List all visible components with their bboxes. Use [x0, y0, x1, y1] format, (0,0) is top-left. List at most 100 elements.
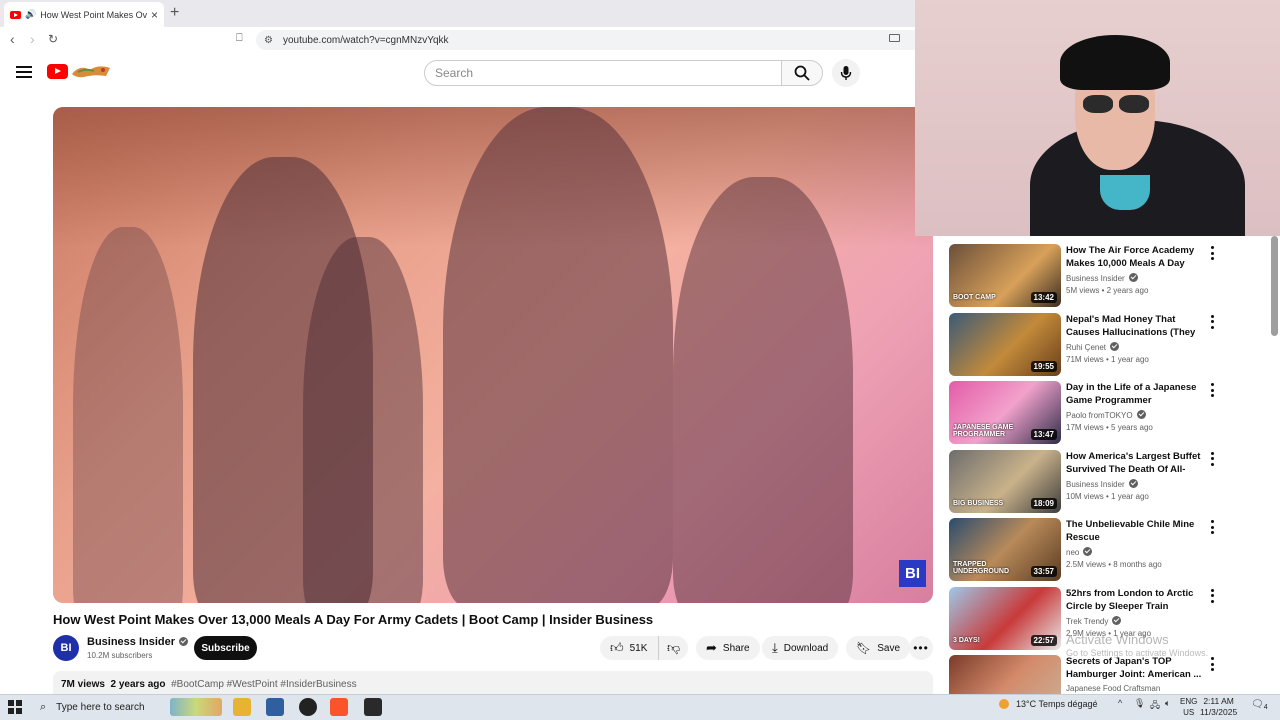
suggested-video-title[interactable]: Secrets of Japan's TOP Hamburger Joint: … — [1066, 655, 1206, 681]
verified-badge-icon — [1128, 273, 1138, 282]
volume-icon[interactable]: 🔈︎ — [1165, 698, 1170, 709]
suggested-video-item[interactable]: JAPANESE GAME PROGRAMMER 13:47 Day in th… — [948, 381, 1268, 445]
search-highlight-icon[interactable] — [170, 698, 222, 716]
obs-icon[interactable] — [299, 698, 317, 716]
more-actions-button[interactable]: ••• — [909, 636, 933, 660]
suggested-video-item[interactable]: TRAPPED UNDERGROUND 33:57 The Unbelievab… — [948, 518, 1268, 582]
suggested-video-meta: 2.5M views • 8 months ago — [1066, 560, 1162, 569]
network-icon[interactable]: 🖧︎ — [1150, 698, 1160, 714]
more-vertical-icon[interactable] — [1210, 383, 1214, 397]
video-thumbnail[interactable]: 19:55 — [949, 312, 1061, 376]
video-title: How West Point Makes Over 13,000 Meals A… — [53, 612, 654, 627]
download-button[interactable]: ⤓ Download — [762, 636, 839, 660]
tab-title: How West Point Makes Over — [40, 9, 147, 20]
subscribe-button[interactable]: Subscribe — [194, 636, 257, 660]
suggested-video-title[interactable]: 52hrs from London to Arctic Circle by Sl… — [1066, 587, 1206, 613]
input-language[interactable]: ENG US — [1180, 696, 1197, 718]
notifications-icon[interactable]: 🗨︎4 — [1251, 699, 1268, 711]
suggested-channel-name[interactable]: Paolo fromTOKYO — [1066, 410, 1146, 420]
video-thumbnail[interactable]: BOOT CAMP 13:42 — [949, 244, 1061, 307]
suggested-video-item[interactable]: BOOT CAMP 13:42 How The Air Force Academ… — [948, 244, 1268, 308]
address-bar[interactable]: ⚙ youtube.com/watch?v=cgnMNzvYqkk — [256, 30, 916, 50]
site-info-icon[interactable]: ⚙ — [264, 35, 273, 46]
sunglasses-icon — [1119, 95, 1149, 113]
video-thumbnail[interactable]: BIG BUSINESS 18:09 — [949, 449, 1061, 513]
suggested-video-title[interactable]: The Unbelievable Chile Mine Rescue — [1066, 518, 1206, 544]
video-thumbnail[interactable]: TRAPPED UNDERGROUND 33:57 — [949, 518, 1061, 581]
more-horizontal-icon: ••• — [913, 641, 929, 655]
download-icon: ⤓ — [772, 640, 778, 655]
more-vertical-icon[interactable] — [1210, 520, 1214, 534]
bookmark-icon[interactable]: ⎕ — [236, 32, 243, 45]
like-button[interactable]: 👍︎ 51K — [600, 636, 658, 660]
suggested-video-meta: 17M views • 5 years ago — [1066, 423, 1153, 432]
close-tab-icon[interactable]: × — [151, 8, 158, 22]
suggested-channel-name[interactable]: Business Insider — [1066, 478, 1138, 489]
more-vertical-icon[interactable] — [1210, 314, 1214, 329]
voice-search-button[interactable] — [832, 59, 860, 87]
suggested-video-title[interactable]: Nepal's Mad Honey That Causes Hallucinat… — [1066, 313, 1206, 339]
view-count: 7M views — [61, 679, 105, 690]
duration-badge: 19:55 — [1030, 360, 1057, 372]
thumbs-up-icon: 👍︎ — [610, 640, 624, 655]
more-vertical-icon[interactable] — [1210, 657, 1214, 671]
tray-chevron-icon[interactable]: ^ — [1118, 698, 1122, 708]
webcam-person-hair — [1060, 35, 1170, 90]
suggested-channel-name[interactable]: Ruhi Çenet — [1066, 341, 1120, 352]
save-button[interactable]: 🔖︎ Save — [846, 636, 911, 660]
reload-button[interactable]: ↻ — [48, 32, 58, 46]
windows-start-icon[interactable] — [8, 700, 22, 714]
more-vertical-icon[interactable] — [1210, 246, 1214, 260]
microphone-tray-icon[interactable]: 🎙︎ — [1134, 698, 1145, 709]
forward-button[interactable]: › — [30, 31, 35, 47]
more-vertical-icon[interactable] — [1210, 451, 1214, 466]
scrollbar-thumb[interactable] — [1271, 236, 1278, 336]
hashtags[interactable]: #BootCamp #WestPoint #InsiderBusiness — [171, 679, 356, 690]
suggested-channel-name[interactable]: Trek Trendy — [1066, 615, 1122, 626]
back-button[interactable]: ‹ — [10, 31, 15, 47]
duration-badge: 18:09 — [1030, 497, 1057, 509]
verified-badge-icon — [1136, 410, 1146, 419]
suggested-video-item[interactable]: 19:55 Nepal's Mad Honey That Causes Hall… — [948, 312, 1268, 377]
system-clock[interactable]: 2:11 AM 11/3/2025 — [1200, 696, 1237, 718]
thumbnail-label: JAPANESE GAME PROGRAMMER — [953, 424, 1014, 438]
file-explorer-icon[interactable] — [233, 698, 251, 716]
speaker-icon[interactable]: 🔊 — [25, 9, 36, 20]
suggested-video-meta: 10M views • 1 year ago — [1066, 491, 1149, 501]
sunglasses-icon — [1083, 95, 1113, 113]
youtube-doodle-icon[interactable] — [70, 62, 112, 80]
search-input[interactable]: Search — [424, 60, 782, 86]
channel-avatar[interactable]: BI — [53, 635, 79, 661]
brave-browser-icon[interactable] — [330, 698, 348, 716]
activate-windows-subtitle: Go to Settings to activate Windows. — [1066, 648, 1209, 658]
cast-icon[interactable] — [889, 34, 900, 42]
suggested-video-title[interactable]: How America's Largest Buffet Survived Th… — [1066, 450, 1206, 476]
browser-tab[interactable]: 🔊 How West Point Makes Over × — [4, 2, 164, 27]
weather-text[interactable]: 13°C Temps dégagé — [1016, 699, 1098, 709]
video-figure — [303, 237, 423, 603]
suggested-video-item[interactable]: BIG BUSINESS 18:09 How America's Largest… — [948, 449, 1268, 514]
verified-badge-icon — [1112, 615, 1122, 625]
hamburger-menu-icon[interactable] — [16, 64, 32, 80]
video-player[interactable] — [53, 107, 933, 603]
suggested-video-title[interactable]: Day in the Life of a Japanese Game Progr… — [1066, 381, 1206, 407]
verified-badge-icon — [1083, 547, 1093, 556]
youtube-logo[interactable] — [47, 64, 68, 79]
calculator-icon[interactable] — [266, 698, 284, 716]
channel-name[interactable]: Business Insider — [87, 636, 189, 648]
epic-games-icon[interactable] — [364, 698, 382, 716]
share-button[interactable]: ➦ Share — [696, 636, 760, 660]
suggested-channel-name[interactable]: Business Insider — [1066, 273, 1138, 283]
suggested-channel-name[interactable]: neo — [1066, 547, 1093, 557]
more-vertical-icon[interactable] — [1210, 588, 1214, 603]
dislike-button[interactable]: 👎︎ — [658, 636, 688, 660]
suggested-video-title[interactable]: How The Air Force Academy Makes 10,000 M… — [1066, 244, 1206, 270]
bi-watermark-logo: BI — [899, 560, 926, 587]
video-thumbnail[interactable]: JAPANESE GAME PROGRAMMER 13:47 — [949, 381, 1061, 444]
video-thumbnail[interactable]: 3 DAYS! 22:57 — [949, 586, 1061, 650]
search-button[interactable] — [781, 60, 823, 86]
new-tab-button[interactable]: + — [170, 4, 179, 22]
suggested-channel-name[interactable]: Japanese Food Craftsman — [1066, 684, 1160, 693]
video-figure — [443, 107, 673, 603]
thumbnail-label: 3 DAYS! — [953, 636, 980, 644]
